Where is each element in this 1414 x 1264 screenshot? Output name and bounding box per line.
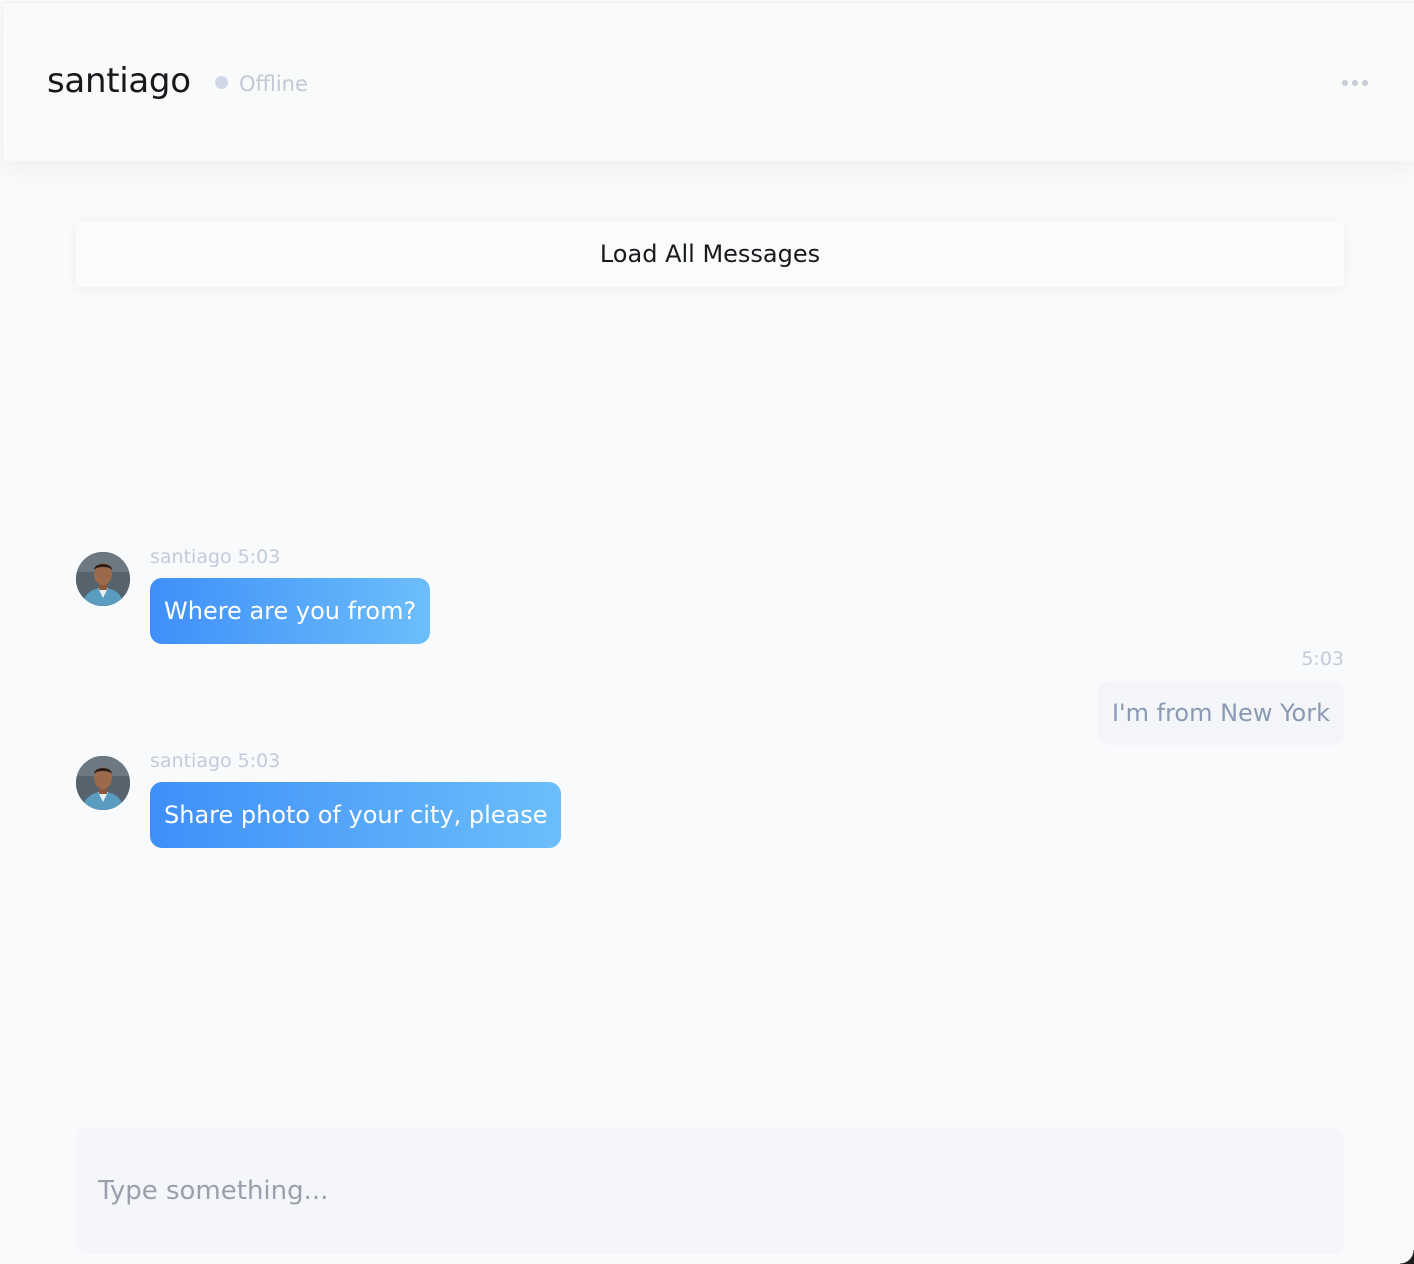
incoming-message-bubble: Share photo of your city, please [150,782,562,848]
avatar[interactable] [76,756,130,810]
outgoing-message-bubble: I'm from New York [1097,681,1344,745]
load-all-messages-button[interactable]: Load All Messages [76,221,1344,287]
more-dot [1352,80,1358,86]
chat-header: santiago Offline [2,2,1414,161]
window-corner [1400,1250,1414,1264]
message-input[interactable] [76,1128,1344,1254]
avatar-portrait-icon [76,552,130,606]
message-composer [76,1128,1344,1254]
avatar-portrait-icon [76,756,130,810]
contact-name: santiago [47,61,191,101]
more-dot [1342,80,1348,86]
more-dot [1362,80,1368,86]
status-label: Offline [239,72,308,96]
status-dot-icon [215,76,228,89]
message-meta: santiago 5:03 [150,750,281,772]
avatar[interactable] [76,552,130,606]
chat-window: santiago Offline Load All Messages santi… [0,0,1414,1264]
message-meta: santiago 5:03 [150,546,281,568]
incoming-message-bubble: Where are you from? [150,578,431,644]
message-meta: 5:03 [1301,648,1344,670]
more-horizontal-icon[interactable] [1335,73,1375,93]
